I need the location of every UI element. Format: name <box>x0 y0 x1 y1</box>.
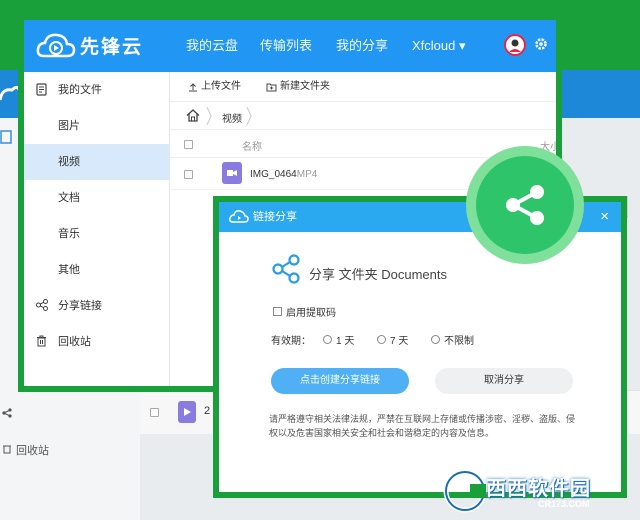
breadcrumb-current[interactable]: 视频 <box>222 110 242 125</box>
trash-icon <box>37 335 46 347</box>
folder-plus-icon <box>266 83 277 92</box>
dialog-title: 链接分享 <box>253 211 297 223</box>
validity-option-label: 1 天 <box>336 336 355 347</box>
share-icon <box>506 185 544 225</box>
file-name[interactable]: IMG_0464 <box>250 169 297 180</box>
chevron-right-icon <box>206 106 212 126</box>
home-icon[interactable] <box>186 109 200 122</box>
sidebar-item-label: 分享链接 <box>58 300 102 312</box>
nav-transfer-list[interactable]: 传输列表 <box>260 20 312 72</box>
radio[interactable] <box>431 335 440 344</box>
share-icon <box>36 299 48 311</box>
sidebar-item-docs[interactable]: 文档 <box>24 180 170 216</box>
sidebar-item-label: 文档 <box>58 192 80 204</box>
new-folder-label: 新建文件夹 <box>280 81 330 92</box>
avatar[interactable] <box>504 34 526 56</box>
upload-label: 上传文件 <box>201 81 241 92</box>
radio[interactable] <box>323 335 332 344</box>
checkbox-box[interactable] <box>273 307 282 316</box>
create-share-link-button[interactable]: 点击创建分享链接 <box>271 368 409 394</box>
background-row-checkbox <box>150 408 159 417</box>
share-icon <box>272 254 300 284</box>
background-cloud-icon <box>0 85 20 101</box>
share-badge-inner <box>476 156 574 254</box>
validity-label-text: 有效期： <box>271 336 311 347</box>
radio[interactable] <box>377 335 386 344</box>
logo[interactable]: 先锋云 <box>36 30 143 60</box>
validity-label: 有效期： <box>271 332 311 347</box>
watermark-logo-icon <box>443 469 487 513</box>
sidebar-item-videos[interactable]: 视频 <box>24 144 170 180</box>
toolbar: 上传文件 新建文件夹 <box>170 72 556 102</box>
upload-icon <box>189 83 197 92</box>
sidebar-item-label: 图片 <box>58 120 80 132</box>
background-document-icon <box>0 130 12 144</box>
sidebar-item-label: 音乐 <box>58 228 80 240</box>
background-recycle-label: 回收站 <box>16 445 49 457</box>
upload-button[interactable]: 上传文件 <box>188 72 241 102</box>
watermark: 西西软件园 CR173.COM <box>438 466 638 518</box>
nav-user-menu[interactable]: Xfcloud ▾ <box>412 20 466 72</box>
row-checkbox[interactable] <box>184 170 193 179</box>
logo-text: 先锋云 <box>80 36 144 58</box>
sidebar-item-label: 回收站 <box>58 336 91 348</box>
validity-option-7day[interactable]: 7 天 <box>377 332 408 347</box>
background-row-text: 2 <box>204 405 211 417</box>
sidebar: 我的文件 图片 视频 文档 音乐 其他 分享链接 回收站 <box>24 72 170 386</box>
background-share-icon <box>2 408 12 421</box>
chevron-right-icon <box>246 106 252 126</box>
close-icon[interactable]: × <box>600 202 609 232</box>
share-badge <box>466 146 584 264</box>
video-file-icon <box>222 162 242 184</box>
background-video-file-icon <box>178 401 196 423</box>
share-heading: 分享 文件夹 Documents <box>309 267 447 282</box>
watermark-url: CR173.COM <box>538 499 590 509</box>
column-name[interactable]: 名称 <box>242 138 262 153</box>
validity-option-1day[interactable]: 1 天 <box>323 332 354 347</box>
nav-my-share[interactable]: 我的分享 <box>336 20 388 72</box>
watermark-text: 西西软件园 <box>486 478 591 500</box>
cancel-share-button[interactable]: 取消分享 <box>435 368 573 394</box>
sidebar-item-my-files[interactable]: 我的文件 <box>24 72 170 108</box>
cloud-logo-icon <box>36 33 76 58</box>
sidebar-item-label: 我的文件 <box>58 84 102 96</box>
breadcrumb: 视频 <box>170 102 556 130</box>
validity-option-label: 不限制 <box>444 336 474 347</box>
cloud-logo-icon <box>229 210 249 223</box>
gear-icon[interactable] <box>534 37 548 51</box>
validity-option-label: 7 天 <box>390 336 409 347</box>
app-header: 先锋云 我的云盘 传输列表 我的分享 Xfcloud ▾ <box>24 20 556 72</box>
background-trash-icon <box>2 444 12 457</box>
document-icon <box>36 83 47 96</box>
sidebar-item-recycle-bin[interactable]: 回收站 <box>24 324 170 360</box>
sidebar-item-label: 其他 <box>58 264 80 276</box>
nav-my-cloud[interactable]: 我的云盘 <box>186 20 238 72</box>
file-ext: .MP4 <box>294 169 318 180</box>
sidebar-item-music[interactable]: 音乐 <box>24 216 170 252</box>
new-folder-button[interactable]: 新建文件夹 <box>266 72 330 102</box>
sidebar-item-images[interactable]: 图片 <box>24 108 170 144</box>
select-all-checkbox[interactable] <box>184 140 193 149</box>
sidebar-item-share-links[interactable]: 分享链接 <box>24 288 170 324</box>
sidebar-item-label: 视频 <box>58 156 80 168</box>
sidebar-item-other[interactable]: 其他 <box>24 252 170 288</box>
legal-notice: 请严格遵守相关法律法规，严禁在互联网上存储或传播涉密、淫秽、盗版、侵权以及危害国… <box>269 414 576 438</box>
validity-option-unlimited[interactable]: 不限制 <box>431 332 474 347</box>
enable-code-label: 启用提取码 <box>286 308 336 319</box>
enable-code-checkbox[interactable]: 启用提取码 <box>273 304 336 319</box>
